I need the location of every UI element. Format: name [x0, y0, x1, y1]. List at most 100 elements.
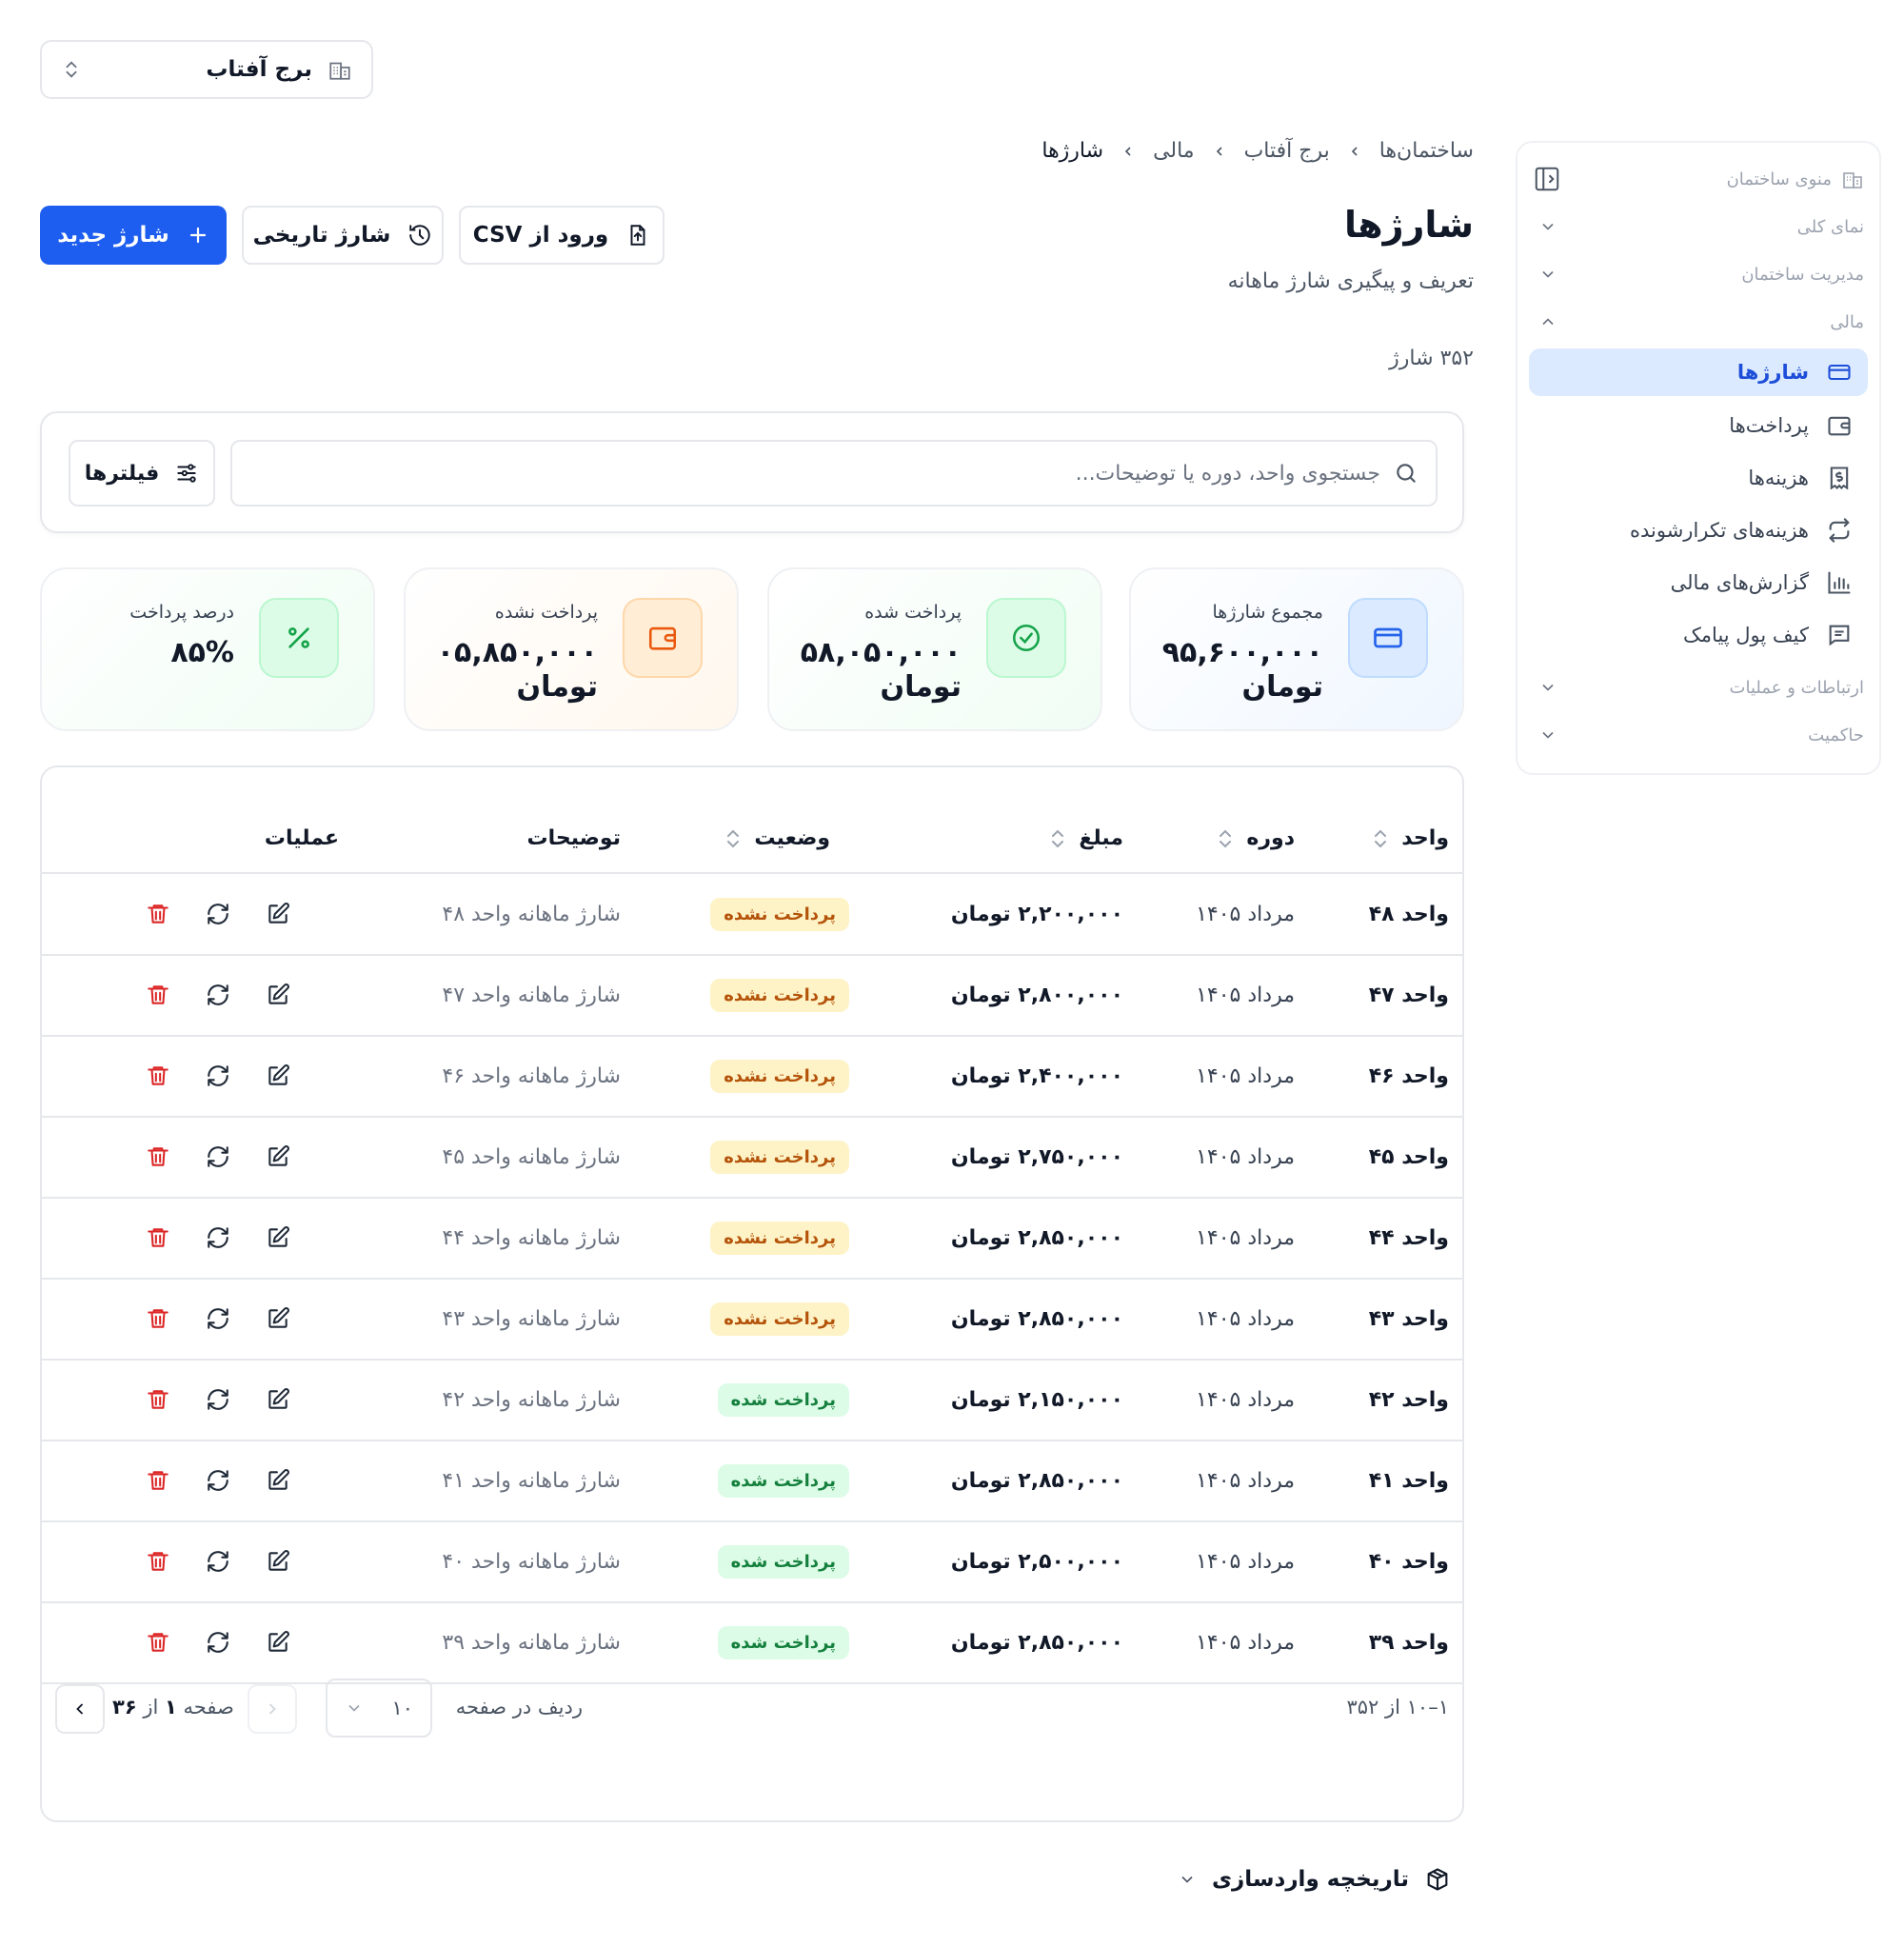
- sidebar-section-communications[interactable]: ارتباطات و عملیات: [1517, 668, 1879, 706]
- refresh-icon[interactable]: [203, 899, 233, 929]
- card-icon: [1348, 598, 1428, 678]
- cell-unit: واحد ۴۱: [1368, 1469, 1449, 1493]
- cell-period: مرداد ۱۴۰۵: [1196, 1145, 1295, 1169]
- refresh-icon[interactable]: [203, 980, 233, 1010]
- cell-period: مرداد ۱۴۰۵: [1196, 1469, 1295, 1493]
- refresh-icon[interactable]: [203, 1222, 233, 1253]
- previous-page-button[interactable]: [248, 1684, 297, 1734]
- refresh-icon[interactable]: [203, 1303, 233, 1334]
- search-input[interactable]: [249, 461, 1380, 486]
- cell-unit: واحد ۴۳: [1368, 1307, 1449, 1331]
- historical-charge-button[interactable]: شارژ تاریخی: [242, 206, 444, 265]
- refresh-icon[interactable]: [203, 1546, 233, 1577]
- cell-unit: واحد ۴۶: [1368, 1064, 1449, 1088]
- building-name: برج آفتاب: [206, 57, 312, 82]
- edit-icon[interactable]: [263, 1546, 293, 1577]
- new-charge-button[interactable]: شارژ جدید: [40, 206, 227, 265]
- edit-icon[interactable]: [263, 1384, 293, 1415]
- refresh-icon[interactable]: [203, 1142, 233, 1172]
- cell-amount: ۲,۵۰۰,۰۰۰ تومان: [950, 1550, 1123, 1574]
- delete-icon[interactable]: [143, 1303, 173, 1334]
- column-header-amount[interactable]: مبلغ: [1050, 826, 1123, 850]
- sidebar-item-financial-reports[interactable]: گزارش‌های مالی: [1529, 559, 1868, 606]
- sidebar-title: منوی ساختمان: [1726, 169, 1832, 189]
- sidebar-item-sms-wallet[interactable]: کیف پول پیامک: [1529, 611, 1868, 659]
- delete-icon[interactable]: [143, 1384, 173, 1415]
- cell-amount: ۲,۴۰۰,۰۰۰ تومان: [950, 1064, 1123, 1088]
- breadcrumb-building[interactable]: برج آفتاب: [1244, 139, 1330, 163]
- column-label: عملیات: [264, 826, 339, 850]
- cell-period: مرداد ۱۴۰۵: [1196, 1307, 1295, 1331]
- breadcrumb-finance[interactable]: مالی: [1153, 139, 1195, 163]
- collapse-sidebar-icon[interactable]: [1533, 165, 1561, 193]
- cell-description: شارژ ماهانه واحد ۴۷: [442, 983, 621, 1007]
- import-csv-button[interactable]: ورود از CSV: [459, 206, 664, 265]
- delete-icon[interactable]: [143, 1222, 173, 1253]
- edit-icon[interactable]: [263, 1222, 293, 1253]
- rows-per-page-value: ۱۰: [391, 1697, 413, 1719]
- delete-icon[interactable]: [143, 980, 173, 1010]
- sidebar-item-expenses[interactable]: هزینه‌ها: [1529, 454, 1868, 502]
- sidebar-item-payments[interactable]: پرداخت‌ها: [1529, 402, 1868, 449]
- import-history-toggle[interactable]: تاریخچه واردسازی: [1178, 1866, 1451, 1893]
- chevron-left-icon: [1121, 144, 1136, 159]
- breadcrumb: ساختمان‌ها برج آفتاب مالی شارژها: [1041, 139, 1474, 163]
- building-icon: [1841, 168, 1864, 190]
- cell-status: پرداخت شده: [717, 1602, 849, 1683]
- rows-per-page-select[interactable]: ۱۰: [326, 1679, 432, 1738]
- delete-icon[interactable]: [143, 1627, 173, 1658]
- delete-icon[interactable]: [143, 899, 173, 929]
- sidebar-item-label: شارژها: [1736, 361, 1809, 384]
- column-label: وضعیت: [754, 826, 830, 850]
- edit-icon[interactable]: [263, 1627, 293, 1658]
- sidebar-section-management[interactable]: مدیریت ساختمان: [1517, 255, 1879, 293]
- sidebar-section-governance[interactable]: حاکمیت: [1517, 716, 1879, 754]
- column-header-status[interactable]: وضعیت: [725, 826, 830, 850]
- edit-icon[interactable]: [263, 1465, 293, 1496]
- receipt-dollar-icon: [1826, 465, 1853, 491]
- edit-icon[interactable]: [263, 1303, 293, 1334]
- sidebar-section-label: مالی: [1830, 311, 1864, 332]
- cell-unit: واحد ۴۲: [1368, 1388, 1449, 1412]
- edit-icon[interactable]: [263, 899, 293, 929]
- page-subtitle: تعریف و پیگیری شارژ ماهانه: [1227, 269, 1474, 293]
- repeat-icon: [1826, 517, 1853, 544]
- delete-icon[interactable]: [143, 1546, 173, 1577]
- table-row: واحد ۴۱ مرداد ۱۴۰۵ ۲,۸۵۰,۰۰۰ تومان پرداخت ش…: [42, 1440, 1462, 1521]
- table-row: واحد ۳۹ مرداد ۱۴۰۵ ۲,۸۵۰,۰۰۰ تومان پرداخت ش…: [42, 1602, 1462, 1683]
- refresh-icon[interactable]: [203, 1061, 233, 1091]
- sidebar-item-charges[interactable]: شارژها: [1529, 348, 1868, 396]
- column-header-unit[interactable]: واحد: [1373, 826, 1449, 850]
- column-label: دوره: [1246, 826, 1295, 850]
- stat-unpaid: پرداخت نشده ۰۵,۸۵۰,۰۰۰ تومان: [404, 567, 739, 731]
- filters-label: فیلترها: [84, 461, 160, 486]
- sidebar-section-overview[interactable]: نمای کلی: [1517, 208, 1879, 246]
- edit-icon[interactable]: [263, 1142, 293, 1172]
- next-page-button[interactable]: [55, 1684, 105, 1734]
- cell-unit: واحد ۴۷: [1368, 983, 1449, 1007]
- edit-icon[interactable]: [263, 980, 293, 1010]
- refresh-icon[interactable]: [203, 1627, 233, 1658]
- breadcrumb-buildings[interactable]: ساختمان‌ها: [1379, 139, 1474, 163]
- cell-description: شارژ ماهانه واحد ۳۹: [442, 1631, 621, 1655]
- bar-chart-icon: [1826, 569, 1853, 596]
- edit-icon[interactable]: [263, 1061, 293, 1091]
- delete-icon[interactable]: [143, 1465, 173, 1496]
- pagination-range: ۱–۱۰ از ۳۵۲: [1346, 1696, 1449, 1719]
- chevron-down-icon: [1538, 725, 1557, 745]
- column-header-period[interactable]: دوره: [1218, 826, 1295, 850]
- cell-amount: ۲,۸۰۰,۰۰۰ تومان: [950, 983, 1123, 1007]
- delete-icon[interactable]: [143, 1061, 173, 1091]
- sidebar-item-recurring-expenses[interactable]: هزینه‌های تکرارشونده: [1529, 507, 1868, 554]
- chevron-up-down-icon: [61, 59, 82, 80]
- cell-unit: واحد ۳۹: [1368, 1631, 1449, 1655]
- building-selector[interactable]: برج آفتاب: [40, 40, 373, 99]
- chevron-right-icon: [263, 1699, 282, 1719]
- filters-button[interactable]: فیلترها: [69, 440, 215, 507]
- delete-icon[interactable]: [143, 1142, 173, 1172]
- refresh-icon[interactable]: [203, 1465, 233, 1496]
- charges-table: واحد دوره مبلغ وضعیت توضیحات عملیات واحد…: [40, 765, 1464, 1822]
- cell-description: شارژ ماهانه واحد ۴۱: [442, 1469, 621, 1493]
- refresh-icon[interactable]: [203, 1384, 233, 1415]
- sidebar-section-finance[interactable]: مالی: [1517, 303, 1879, 341]
